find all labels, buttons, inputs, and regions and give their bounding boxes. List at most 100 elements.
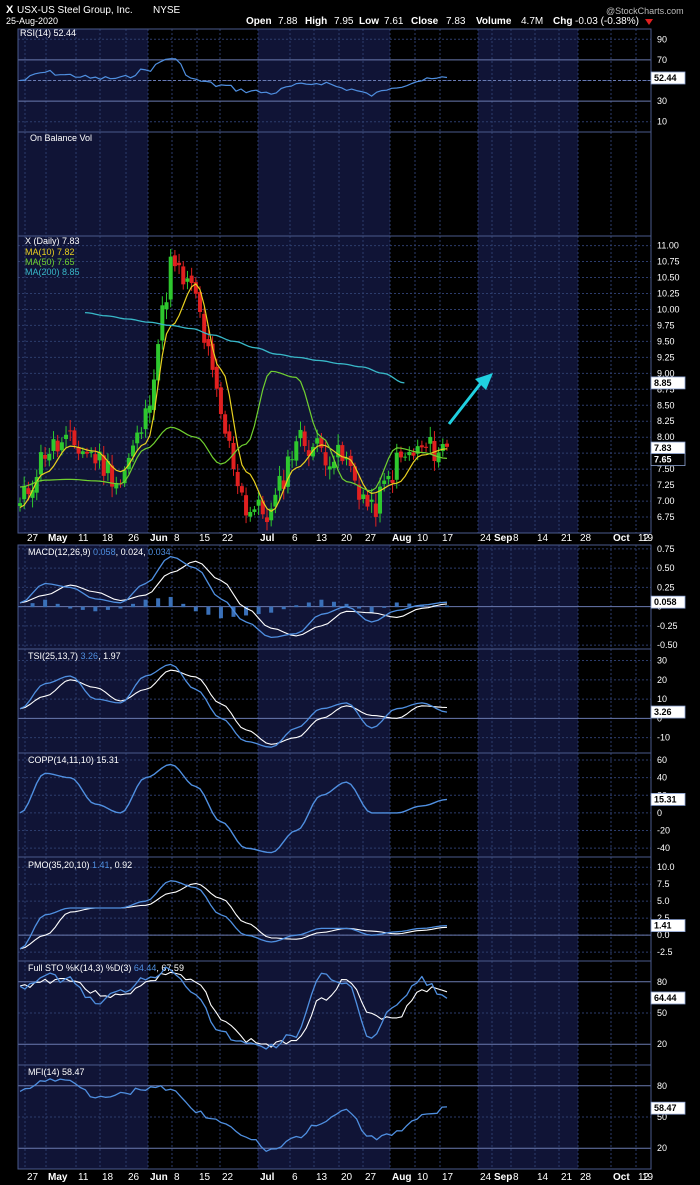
tick-label: 0.50 xyxy=(657,563,675,573)
candle-body xyxy=(373,503,378,517)
tick-label: 9.75 xyxy=(657,320,675,330)
candle-body xyxy=(244,495,249,516)
tick-label: 10.00 xyxy=(657,304,680,314)
candle-body xyxy=(202,313,207,343)
tick-label: 10.25 xyxy=(657,288,680,298)
x-label: 28 xyxy=(580,1172,592,1183)
open-label: Open xyxy=(246,16,272,27)
tick-label: 9.50 xyxy=(657,336,675,346)
macd-histogram-bar xyxy=(206,606,211,615)
candle-body xyxy=(298,429,303,439)
x-label: 27 xyxy=(27,533,39,544)
month-band xyxy=(478,753,578,857)
x-label: Oct xyxy=(613,1172,630,1183)
x-label: 26 xyxy=(128,1172,140,1183)
x-label: 11 xyxy=(78,533,89,544)
month-band xyxy=(18,132,148,236)
candle-body xyxy=(290,459,295,461)
x-label: 27 xyxy=(365,1172,377,1183)
candle-body xyxy=(43,455,48,459)
x-label: 18 xyxy=(102,1172,114,1183)
candle-body xyxy=(390,479,395,484)
high-label: High xyxy=(305,16,327,27)
candle-body xyxy=(172,255,177,267)
candle-body xyxy=(256,499,261,506)
candle-body xyxy=(143,408,148,430)
rsi-tag-text: 52.44 xyxy=(654,73,677,83)
x-label: May xyxy=(48,1172,68,1183)
macd-histogram-bar xyxy=(357,606,362,609)
volume-label: Volume xyxy=(476,16,512,27)
macd-histogram-bar xyxy=(80,606,85,610)
macd-label: MACD(12,26,9) 0.058, 0.024, 0.034 xyxy=(28,547,171,557)
ma200-label: MA(200) 8.85 xyxy=(25,267,80,277)
x-label: 10 xyxy=(417,1172,429,1183)
macd-histogram-bar xyxy=(68,606,73,609)
tick-label: 7.25 xyxy=(657,480,675,490)
tick-label: 60 xyxy=(657,755,667,765)
macd-histogram-bar xyxy=(55,603,60,608)
candle-body xyxy=(382,480,387,484)
copp-label: COPP(14,11,10) 15.31 xyxy=(28,755,119,765)
tick-label: 80 xyxy=(657,1081,667,1091)
high-value: 7.95 xyxy=(334,16,354,27)
tsi-tag-text: 3.26 xyxy=(654,707,672,717)
stock-chart: X USX-US Steel Group, Inc. NYSE 25-Aug-2… xyxy=(0,0,700,1185)
candle-body xyxy=(80,451,85,455)
x-label: 20 xyxy=(341,1172,353,1183)
macd-histogram-bar xyxy=(43,599,48,608)
mfi-label: MFI(14) 58.47 xyxy=(28,1067,85,1077)
candle-body xyxy=(340,445,345,462)
tick-label: 8.50 xyxy=(657,400,675,410)
candle-body xyxy=(55,440,60,452)
tick-label: 7.00 xyxy=(657,496,675,506)
macd-histogram-bar xyxy=(407,603,412,608)
candle-body xyxy=(319,437,324,448)
candle-body xyxy=(327,466,332,470)
candle-body xyxy=(361,494,366,499)
macd-histogram-bar xyxy=(193,606,198,612)
candle-body xyxy=(294,441,299,461)
candle-body xyxy=(26,488,31,495)
x-label: Jun xyxy=(150,1172,168,1183)
x-label: 17 xyxy=(442,1172,454,1183)
tick-label: -0.25 xyxy=(657,621,678,631)
month-band xyxy=(478,857,578,961)
tick-label: 10.0 xyxy=(657,862,675,872)
candle-body xyxy=(84,451,89,454)
tick-label: 80 xyxy=(657,977,667,987)
candle-body xyxy=(139,432,144,434)
candle-body xyxy=(185,278,190,282)
ma10-label: MA(10) 7.82 xyxy=(25,247,75,257)
candle-body xyxy=(239,486,244,493)
obv-label: On Balance Vol xyxy=(30,133,92,143)
candle-body xyxy=(248,512,253,517)
open-value: 7.88 xyxy=(278,16,298,27)
chart-date: 25-Aug-2020 xyxy=(6,16,58,26)
mfi-tag-text: 58.47 xyxy=(654,1103,677,1113)
macd-histogram-bar xyxy=(118,606,123,609)
macd-histogram-bar xyxy=(30,603,35,608)
tick-label: 8.25 xyxy=(657,416,675,426)
tick-label: 11.00 xyxy=(657,241,679,251)
tick-label: 40 xyxy=(657,773,667,783)
candle-body xyxy=(252,509,257,512)
candle-body xyxy=(181,266,186,285)
x-label: 6 xyxy=(292,1172,298,1183)
macd-histogram-bar xyxy=(105,606,110,610)
tick-label: -2.5 xyxy=(657,947,673,957)
candle-body xyxy=(206,339,211,347)
macd-histogram-bar xyxy=(168,596,173,608)
candle-body xyxy=(177,262,182,266)
volume-value: 4.7M xyxy=(521,16,543,27)
month-band xyxy=(258,132,390,236)
macd-histogram-bar xyxy=(294,605,299,608)
x-label: Aug xyxy=(392,1172,411,1183)
candle-body xyxy=(160,305,165,341)
x-label: 11 xyxy=(78,1172,89,1183)
macd-tag-text: 0.058 xyxy=(654,597,677,607)
x-label: 21 xyxy=(561,533,573,544)
candle-body xyxy=(394,452,399,480)
x-label: Oct xyxy=(613,533,630,544)
candle-body xyxy=(218,387,223,415)
